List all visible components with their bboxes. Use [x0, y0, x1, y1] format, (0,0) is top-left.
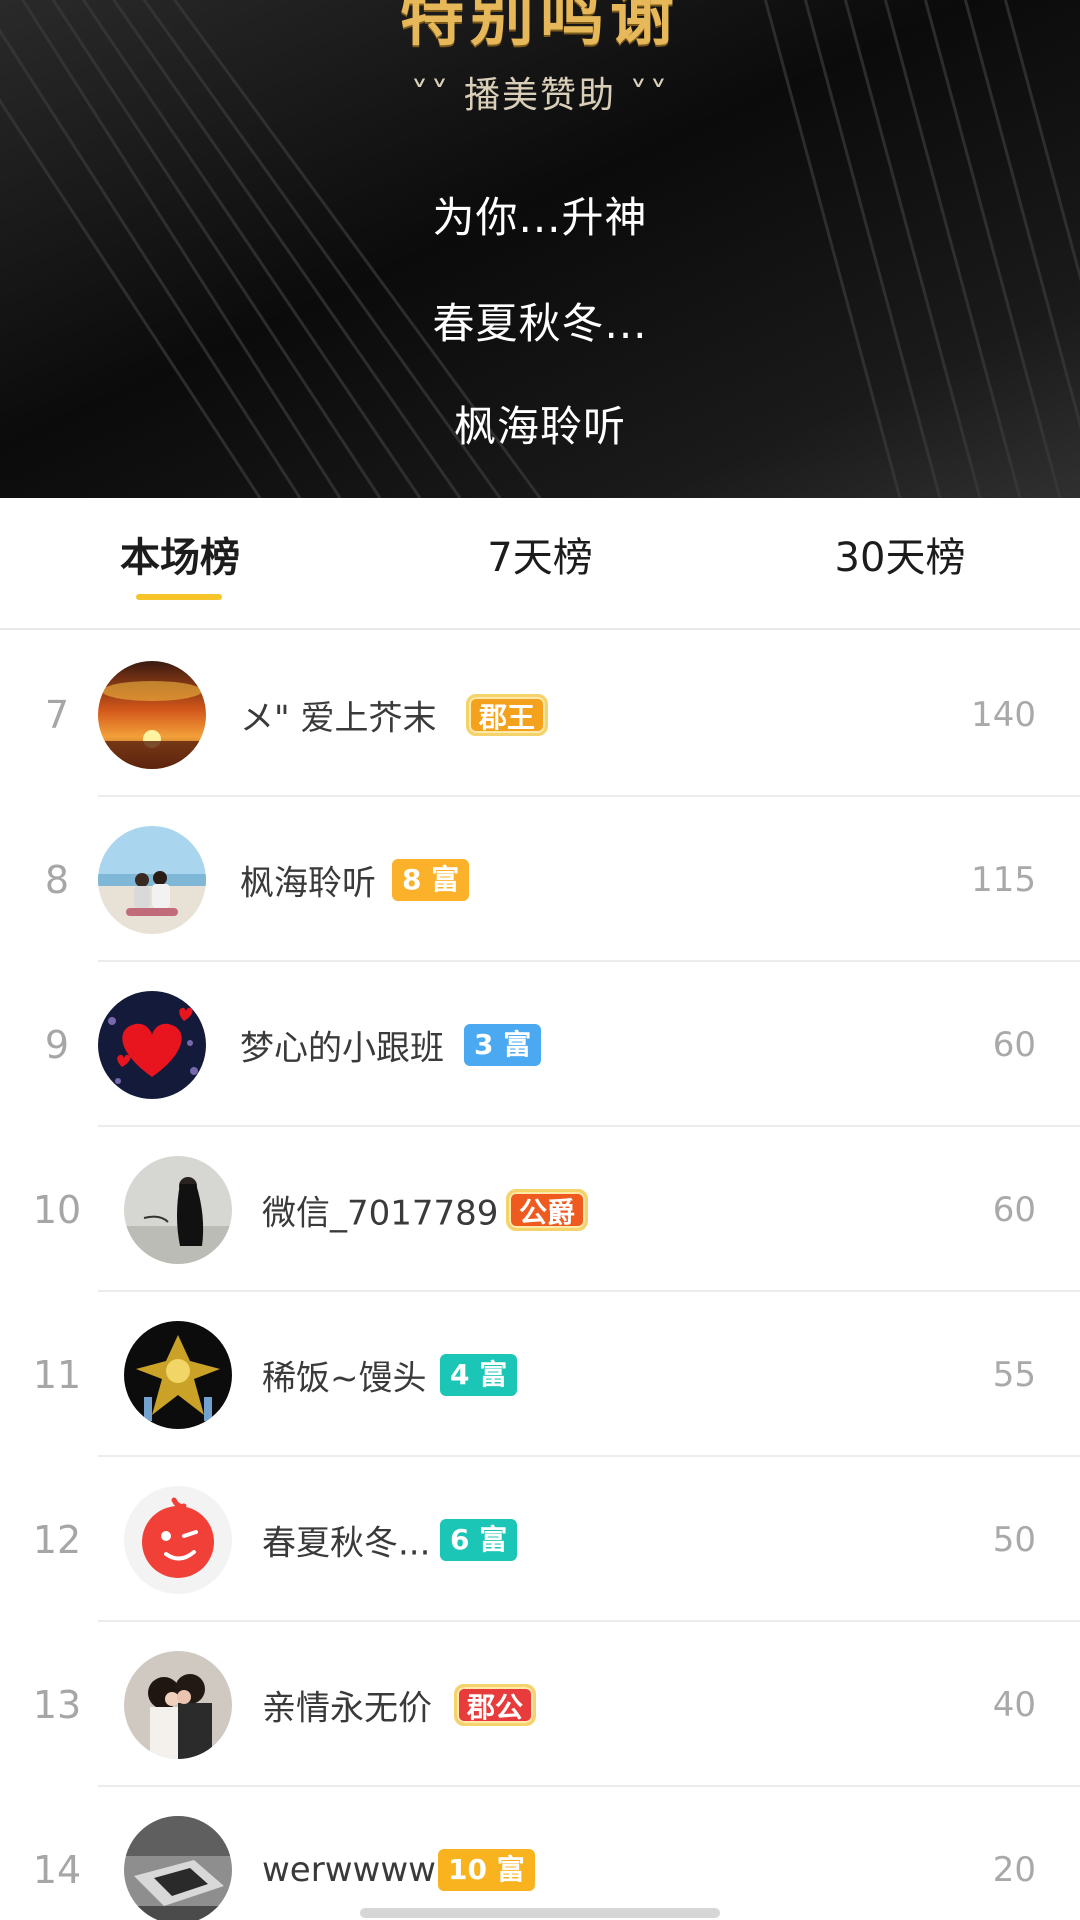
- golden-warrior-avatar[interactable]: [124, 1320, 232, 1429]
- banner-sponsor-name: 枫海聆听: [453, 402, 626, 451]
- heart-avatar[interactable]: [98, 990, 206, 1099]
- banner-sponsor-name: 春夏秋冬...: [432, 299, 648, 348]
- wealth-level-badge: 6 富: [440, 1518, 518, 1561]
- contribution-score: 50: [992, 1519, 1036, 1560]
- contribution-score: 115: [971, 859, 1036, 900]
- tab-this-session[interactable]: 本场榜: [80, 528, 280, 588]
- tab-30-days[interactable]: 30天榜: [800, 528, 1000, 588]
- rank-number: 7: [44, 692, 70, 737]
- banner-title: 特别鸣谢: [400, 0, 680, 55]
- username: 稀饭~馒头: [262, 1358, 427, 1398]
- rank-number: 14: [32, 1847, 82, 1892]
- rank-badge: 公爵: [506, 1188, 589, 1231]
- room-avatar[interactable]: [124, 1815, 232, 1920]
- list-item[interactable]: 14 werwwww 10 富 20: [0, 1787, 1080, 1920]
- rank-number: 9: [44, 1022, 70, 1067]
- wealth-level-badge: 3 富: [464, 1023, 542, 1066]
- sponsor-banner: 特别鸣谢 ˅˅ 播美赞助 ˅˅ 为你...升神 春夏秋冬... 枫海聆听: [0, 0, 1080, 498]
- username: 微信_7017789: [262, 1193, 499, 1233]
- wealth-level-badge: 10 富: [438, 1848, 535, 1891]
- contribution-score: 55: [992, 1354, 1036, 1395]
- username: 枫海聆听: [240, 863, 376, 903]
- home-indicator[interactable]: [360, 1908, 720, 1918]
- list-item[interactable]: 7 メ" 爱上芥末 郡王 140: [0, 632, 1080, 797]
- wealth-level-badge: 8 富: [392, 858, 470, 901]
- wink-face-avatar[interactable]: [124, 1485, 232, 1594]
- wealth-level-badge: 4 富: [440, 1353, 518, 1396]
- username: 梦心的小跟班: [240, 1028, 444, 1068]
- contribution-score: 60: [992, 1189, 1036, 1230]
- couple-beach-avatar[interactable]: [98, 825, 206, 934]
- username: werwwww: [262, 1849, 436, 1890]
- username: メ" 爱上芥末: [240, 698, 437, 738]
- list-item[interactable]: 11 稀饭~馒头 4 富 55: [0, 1292, 1080, 1457]
- list-item[interactable]: 12 春夏秋冬... 6 富 50: [0, 1457, 1080, 1622]
- rank-number: 11: [32, 1352, 82, 1397]
- sunset-avatar[interactable]: [98, 660, 206, 769]
- rank-badge: 郡王: [466, 693, 549, 736]
- list-item[interactable]: 8 枫海聆听 8 富 115: [0, 797, 1080, 962]
- banner-subtitle: ˅˅ 播美赞助 ˅˅: [410, 75, 670, 116]
- active-tab-indicator: [136, 594, 222, 600]
- kissing-couple-avatar[interactable]: [124, 1650, 232, 1759]
- tab-7-days[interactable]: 7天榜: [440, 528, 640, 588]
- list-item[interactable]: 9 梦心的小跟班 3 富 60: [0, 962, 1080, 1127]
- contribution-score: 140: [971, 694, 1036, 735]
- list-item[interactable]: 10 微信_7017789 公爵 60: [0, 1127, 1080, 1292]
- rank-number: 13: [32, 1682, 82, 1727]
- ranking-list: 7 メ" 爱上芥末 郡王 140 8 枫海聆听 8 富 115 9 梦心的小跟班…: [0, 632, 1080, 1920]
- woman-avatar[interactable]: [124, 1155, 232, 1264]
- ranking-tabs: 本场榜 7天榜 30天榜: [0, 498, 1080, 630]
- rank-number: 8: [44, 857, 70, 902]
- rank-number: 10: [32, 1187, 82, 1232]
- rank-badge: 郡公: [454, 1683, 537, 1726]
- contribution-score: 60: [992, 1024, 1036, 1065]
- list-item[interactable]: 13 亲情永无价 郡公 40: [0, 1622, 1080, 1787]
- banner-sponsor-name: 为你...升神: [432, 193, 648, 242]
- username: 亲情永无价: [262, 1688, 432, 1728]
- username: 春夏秋冬...: [262, 1523, 431, 1563]
- rank-number: 12: [32, 1517, 82, 1562]
- contribution-score: 40: [992, 1684, 1036, 1725]
- contribution-score: 20: [992, 1849, 1036, 1890]
